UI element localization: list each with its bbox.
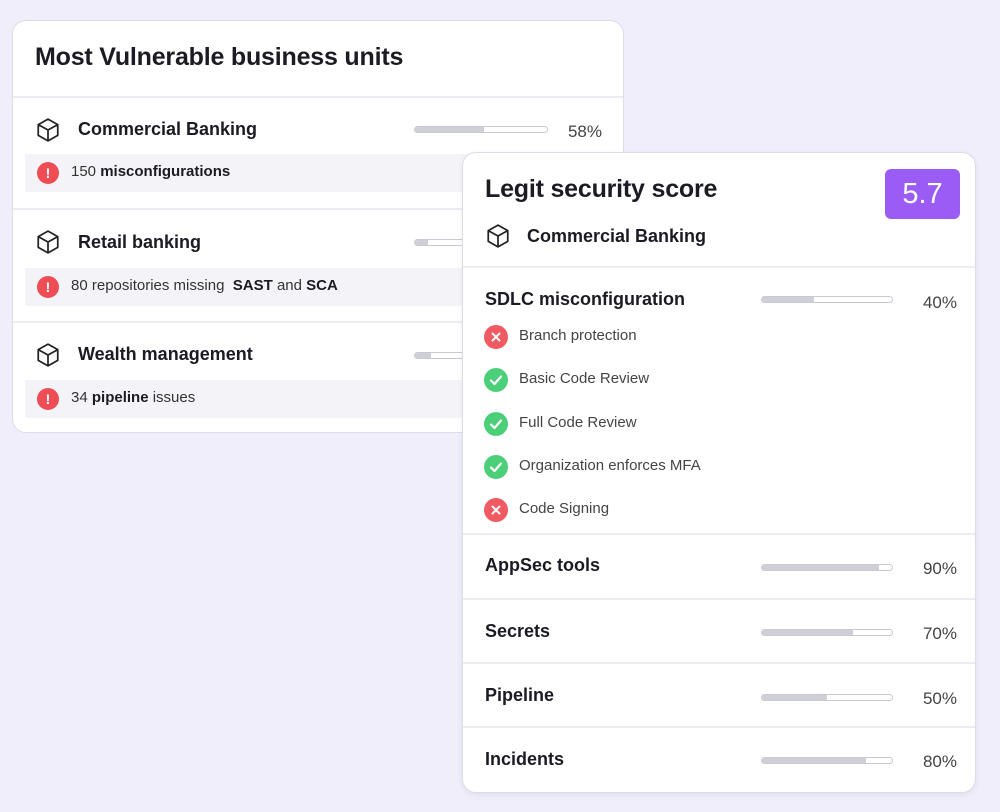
section-progress-bar xyxy=(761,629,893,636)
section-percent: 40% xyxy=(922,293,957,312)
section-percent: 80% xyxy=(922,752,957,771)
check-label: Organization enforces MFA xyxy=(519,457,701,474)
security-score-title: Legit security score xyxy=(485,175,718,203)
cube-icon xyxy=(37,343,59,367)
check-label: Code Signing xyxy=(519,500,610,517)
check-label: Basic Code Review xyxy=(519,370,650,387)
section-title: Secrets xyxy=(485,621,551,641)
business-unit-name: Commercial Banking xyxy=(527,226,707,246)
unit-percent: 58% xyxy=(567,122,602,141)
divider xyxy=(463,662,975,664)
check-icon xyxy=(484,455,508,479)
fail-icon xyxy=(484,498,508,522)
check-label: Full Code Review xyxy=(519,414,637,431)
section-percent: 90% xyxy=(922,559,957,578)
divider xyxy=(463,598,975,600)
cube-icon xyxy=(37,230,59,254)
cube-icon xyxy=(487,224,509,248)
divider xyxy=(13,96,623,98)
divider xyxy=(463,266,975,268)
unit-progress-bar xyxy=(414,126,548,133)
issue-text: 80 repositories missing SAST and SCA xyxy=(71,277,338,294)
section-percent: 70% xyxy=(922,624,957,643)
section-percent: 50% xyxy=(922,689,957,708)
divider xyxy=(463,533,975,535)
check-label: Branch protection xyxy=(519,327,637,344)
section-progress-bar xyxy=(761,564,893,571)
section-title: Pipeline xyxy=(485,685,555,705)
section-title: SDLC misconfiguration xyxy=(485,289,686,309)
section-progress-bar xyxy=(761,296,893,303)
section-progress-bar xyxy=(761,694,893,701)
cube-icon xyxy=(37,118,59,142)
issue-text: 34 pipeline issues xyxy=(71,389,196,406)
unit-name: Retail banking xyxy=(78,232,202,252)
check-icon xyxy=(484,368,508,392)
section-progress-bar xyxy=(761,757,893,764)
alert-icon: ! xyxy=(37,388,59,410)
vulnerable-units-title: Most Vulnerable business units xyxy=(35,43,404,71)
section-title: Incidents xyxy=(485,749,565,769)
divider xyxy=(463,726,975,728)
alert-icon: ! xyxy=(37,162,59,184)
alert-icon: ! xyxy=(37,276,59,298)
section-title: AppSec tools xyxy=(485,555,601,575)
unit-name: Wealth management xyxy=(78,344,253,364)
fail-icon xyxy=(484,325,508,349)
issue-text: 150 misconfigurations xyxy=(71,163,231,180)
score-badge: 5.7 xyxy=(885,169,960,219)
unit-name: Commercial Banking xyxy=(78,119,258,139)
check-icon xyxy=(484,412,508,436)
security-score-card: Legit security score 5.7 Commercial Bank… xyxy=(462,152,976,793)
